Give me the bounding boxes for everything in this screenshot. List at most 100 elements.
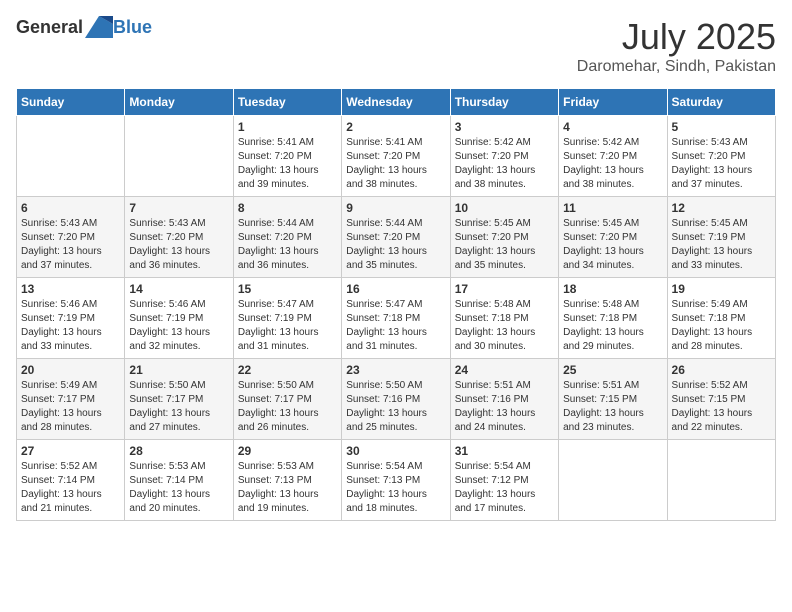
day-number: 2	[346, 120, 445, 134]
calendar-cell: 27 Sunrise: 5:52 AM Sunset: 7:14 PM Dayli…	[17, 440, 125, 521]
day-number: 23	[346, 363, 445, 377]
calendar-cell: 26 Sunrise: 5:52 AM Sunset: 7:15 PM Dayli…	[667, 359, 775, 440]
day-number: 11	[563, 201, 662, 215]
page-header: General Blue July 2025 Daromehar, Sindh,…	[16, 16, 776, 76]
day-info: Sunrise: 5:45 AM Sunset: 7:19 PM Dayligh…	[672, 217, 771, 273]
calendar-cell: 7Sunrise: 5:43 AM Sunset: 7:20 PM Daylig…	[125, 197, 233, 278]
day-info: Sunrise: 5:48 AM Sunset: 7:18 PM Dayligh…	[563, 298, 662, 354]
day-number: 24	[455, 363, 554, 377]
day-number: 17	[455, 282, 554, 296]
calendar-week-row: 6 Sunrise: 5:43 AM Sunset: 7:20 PM Daylig…	[17, 197, 776, 278]
calendar-cell: 8 Sunrise: 5:44 AM Sunset: 7:20 PM Daylig…	[233, 197, 341, 278]
day-info: Sunrise: 5:45 AM Sunset: 7:20 PM Dayligh…	[563, 217, 662, 273]
day-number: 12	[672, 201, 771, 215]
day-number: 5	[672, 120, 771, 134]
calendar-cell: 23 Sunrise: 5:50 AM Sunset: 7:16 PM Dayli…	[342, 359, 450, 440]
calendar-cell: 5 Sunrise: 5:43 AM Sunset: 7:20 PM Daylig…	[667, 116, 775, 197]
day-info: Sunrise: 5:44 AM Sunset: 7:20 PM Dayligh…	[346, 217, 445, 273]
day-info: Sunrise: 5:46 AM Sunset: 7:19 PM Dayligh…	[129, 298, 228, 354]
day-number: 29	[238, 444, 337, 458]
day-info: Sunrise: 5:50 AM Sunset: 7:17 PM Dayligh…	[238, 379, 337, 435]
day-number: 21	[129, 363, 228, 377]
calendar-cell	[125, 116, 233, 197]
day-number: 4	[563, 120, 662, 134]
day-number: 22	[238, 363, 337, 377]
day-number: 28	[129, 444, 228, 458]
header-thursday: Thursday	[450, 89, 558, 116]
calendar-cell: 11 Sunrise: 5:45 AM Sunset: 7:20 PM Dayli…	[559, 197, 667, 278]
calendar-cell: 28 Sunrise: 5:53 AM Sunset: 7:14 PM Dayli…	[125, 440, 233, 521]
day-number: 20	[21, 363, 120, 377]
day-info: Sunrise: 5:52 AM Sunset: 7:15 PM Dayligh…	[672, 379, 771, 435]
day-number: 7	[129, 201, 228, 215]
calendar-cell: 19Sunrise: 5:49 AM Sunset: 7:18 PM Dayli…	[667, 278, 775, 359]
day-number: 3	[455, 120, 554, 134]
day-info: Sunrise: 5:48 AM Sunset: 7:18 PM Dayligh…	[455, 298, 554, 354]
calendar-cell: 12 Sunrise: 5:45 AM Sunset: 7:19 PM Dayli…	[667, 197, 775, 278]
calendar-table: SundayMondayTuesdayWednesdayThursdayFrid…	[16, 88, 776, 521]
calendar-cell: 9 Sunrise: 5:44 AM Sunset: 7:20 PM Daylig…	[342, 197, 450, 278]
calendar-cell: 15 Sunrise: 5:47 AM Sunset: 7:19 PM Dayli…	[233, 278, 341, 359]
calendar-cell: 24 Sunrise: 5:51 AM Sunset: 7:16 PM Dayli…	[450, 359, 558, 440]
day-number: 8	[238, 201, 337, 215]
calendar-cell: 1Sunrise: 5:41 AM Sunset: 7:20 PM Daylig…	[233, 116, 341, 197]
logo-text-blue: Blue	[113, 18, 152, 36]
day-number: 15	[238, 282, 337, 296]
logo: General Blue	[16, 16, 152, 38]
calendar-week-row: 1Sunrise: 5:41 AM Sunset: 7:20 PM Daylig…	[17, 116, 776, 197]
day-info: Sunrise: 5:41 AM Sunset: 7:20 PM Dayligh…	[238, 136, 337, 192]
day-info: Sunrise: 5:42 AM Sunset: 7:20 PM Dayligh…	[563, 136, 662, 192]
day-number: 25	[563, 363, 662, 377]
calendar-cell: 22 Sunrise: 5:50 AM Sunset: 7:17 PM Dayli…	[233, 359, 341, 440]
day-number: 16	[346, 282, 445, 296]
day-number: 26	[672, 363, 771, 377]
calendar-cell	[667, 440, 775, 521]
day-info: Sunrise: 5:51 AM Sunset: 7:16 PM Dayligh…	[455, 379, 554, 435]
calendar-cell: 21 Sunrise: 5:50 AM Sunset: 7:17 PM Dayli…	[125, 359, 233, 440]
day-info: Sunrise: 5:44 AM Sunset: 7:20 PM Dayligh…	[238, 217, 337, 273]
logo-text-general: General	[16, 17, 83, 38]
calendar-cell	[559, 440, 667, 521]
calendar-cell	[17, 116, 125, 197]
header-saturday: Saturday	[667, 89, 775, 116]
day-number: 13	[21, 282, 120, 296]
calendar-cell: 2Sunrise: 5:41 AM Sunset: 7:20 PM Daylig…	[342, 116, 450, 197]
title-block: July 2025 Daromehar, Sindh, Pakistan	[577, 16, 776, 76]
day-number: 27	[21, 444, 120, 458]
calendar-cell: 14 Sunrise: 5:46 AM Sunset: 7:19 PM Dayli…	[125, 278, 233, 359]
calendar-cell: 13 Sunrise: 5:46 AM Sunset: 7:19 PM Dayli…	[17, 278, 125, 359]
month-title: July 2025	[577, 16, 776, 58]
day-info: Sunrise: 5:54 AM Sunset: 7:13 PM Dayligh…	[346, 460, 445, 516]
day-number: 30	[346, 444, 445, 458]
header-monday: Monday	[125, 89, 233, 116]
day-number: 14	[129, 282, 228, 296]
day-info: Sunrise: 5:47 AM Sunset: 7:19 PM Dayligh…	[238, 298, 337, 354]
calendar-cell: 31Sunrise: 5:54 AM Sunset: 7:12 PM Dayli…	[450, 440, 558, 521]
day-info: Sunrise: 5:52 AM Sunset: 7:14 PM Dayligh…	[21, 460, 120, 516]
day-number: 9	[346, 201, 445, 215]
header-wednesday: Wednesday	[342, 89, 450, 116]
calendar-cell: 10Sunrise: 5:45 AM Sunset: 7:20 PM Dayli…	[450, 197, 558, 278]
calendar-cell: 3 Sunrise: 5:42 AM Sunset: 7:20 PM Daylig…	[450, 116, 558, 197]
location-title: Daromehar, Sindh, Pakistan	[577, 58, 776, 76]
calendar-cell: 30 Sunrise: 5:54 AM Sunset: 7:13 PM Dayli…	[342, 440, 450, 521]
calendar-cell: 20 Sunrise: 5:49 AM Sunset: 7:17 PM Dayli…	[17, 359, 125, 440]
day-info: Sunrise: 5:53 AM Sunset: 7:13 PM Dayligh…	[238, 460, 337, 516]
day-info: Sunrise: 5:42 AM Sunset: 7:20 PM Dayligh…	[455, 136, 554, 192]
header-friday: Friday	[559, 89, 667, 116]
day-info: Sunrise: 5:49 AM Sunset: 7:18 PM Dayligh…	[672, 298, 771, 354]
calendar-cell: 6 Sunrise: 5:43 AM Sunset: 7:20 PM Daylig…	[17, 197, 125, 278]
day-number: 6	[21, 201, 120, 215]
day-info: Sunrise: 5:43 AM Sunset: 7:20 PM Dayligh…	[21, 217, 120, 273]
day-info: Sunrise: 5:47 AM Sunset: 7:18 PM Dayligh…	[346, 298, 445, 354]
day-info: Sunrise: 5:53 AM Sunset: 7:14 PM Dayligh…	[129, 460, 228, 516]
calendar-cell: 25Sunrise: 5:51 AM Sunset: 7:15 PM Dayli…	[559, 359, 667, 440]
day-info: Sunrise: 5:43 AM Sunset: 7:20 PM Dayligh…	[672, 136, 771, 192]
calendar-week-row: 13 Sunrise: 5:46 AM Sunset: 7:19 PM Dayli…	[17, 278, 776, 359]
day-info: Sunrise: 5:46 AM Sunset: 7:19 PM Dayligh…	[21, 298, 120, 354]
calendar-cell: 17 Sunrise: 5:48 AM Sunset: 7:18 PM Dayli…	[450, 278, 558, 359]
day-info: Sunrise: 5:50 AM Sunset: 7:16 PM Dayligh…	[346, 379, 445, 435]
day-info: Sunrise: 5:50 AM Sunset: 7:17 PM Dayligh…	[129, 379, 228, 435]
day-info: Sunrise: 5:49 AM Sunset: 7:17 PM Dayligh…	[21, 379, 120, 435]
calendar-header-row: SundayMondayTuesdayWednesdayThursdayFrid…	[17, 89, 776, 116]
